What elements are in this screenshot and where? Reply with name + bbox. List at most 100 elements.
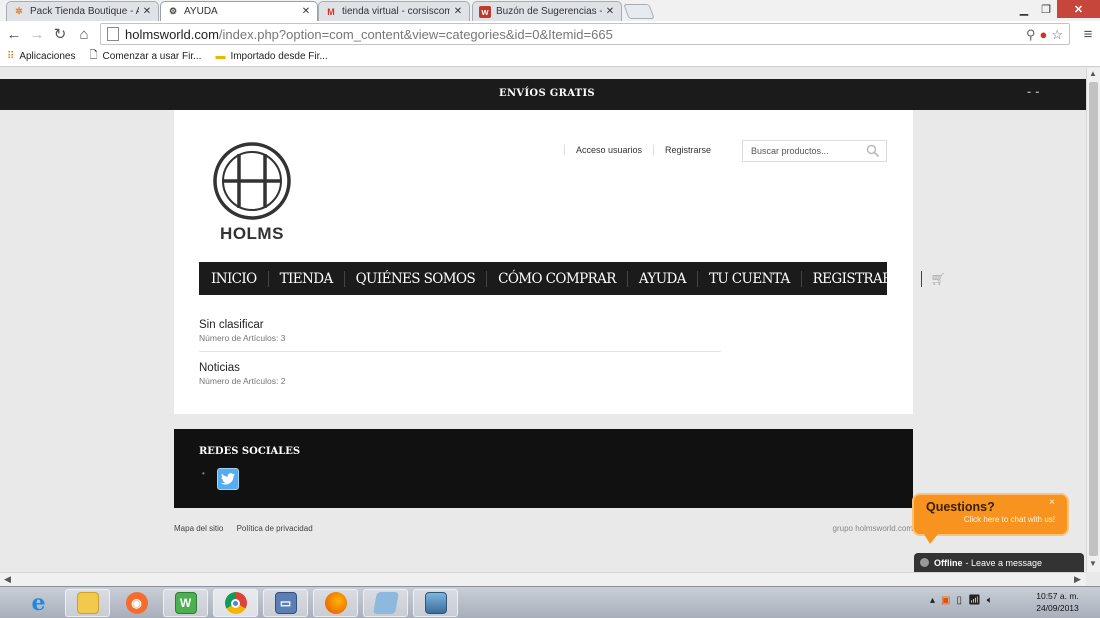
menu-item-quienes-somos[interactable]: QUIÉNES SOMOS [345, 270, 488, 287]
menu-hamburger-icon[interactable]: ≡ [1079, 25, 1097, 43]
show-hidden-icons[interactable]: ▴ [930, 595, 935, 606]
tab-title: tienda virtual - corsiscom [342, 6, 450, 17]
update-icon[interactable]: ▣ [941, 595, 950, 606]
monitor-icon: ▭ [274, 592, 297, 614]
scroll-up-icon[interactable]: ▲ [1089, 69, 1097, 78]
search-input[interactable] [751, 146, 866, 156]
horizontal-scrollbar[interactable]: ◀ ▶ [0, 572, 1086, 586]
bookmark-comenzar[interactable]: 🗋 Comenzar a usar Fir... [89, 48, 201, 65]
network-icon[interactable]: 📶︎ [968, 595, 981, 606]
bookmark-aplicaciones[interactable]: ⠿ Aplicaciones [7, 51, 75, 62]
tab-title: Buzón de Sugerencias - Fo [496, 6, 602, 17]
extension-icon[interactable]: ● [1039, 27, 1047, 43]
chrome-icon [224, 592, 247, 614]
taskbar-notes[interactable] [363, 589, 408, 617]
joomla-icon: ✲ [15, 6, 23, 16]
chat-invite-bubble[interactable]: Questions? Click here to chat with us! × [912, 493, 1069, 536]
firefox-icon [324, 592, 347, 614]
taskbar-clock[interactable]: 10:57 a. m. 24/09/2013 [1030, 590, 1085, 614]
bullet-icon: • [202, 469, 205, 478]
menu-item-tu-cuenta[interactable]: TU CUENTA [698, 270, 802, 287]
footer-company[interactable]: grupo holmsworld.com [833, 524, 913, 533]
category-name[interactable]: Sin clasificar [199, 319, 721, 331]
chat-status-message: - Leave a message [965, 557, 1043, 568]
taskbar-remote-desktop[interactable]: ▭ [263, 589, 308, 617]
scroll-thumb[interactable] [1089, 82, 1098, 556]
system-tray: ▴ ▣ ▯ 📶︎ 🔈︎ [930, 595, 993, 606]
chat-subtitle: Click here to chat with us! [963, 515, 1055, 524]
free-shipping-bar: ENVÍOS GRATIS - - [0, 79, 1086, 110]
menu-item-inicio[interactable]: INICIO [200, 270, 269, 287]
status-dot-icon [920, 558, 929, 567]
home-icon[interactable]: ⌂ [75, 25, 93, 43]
category-name[interactable]: Noticias [199, 362, 721, 374]
scroll-right-icon[interactable]: ▶ [1074, 574, 1081, 585]
address-bar[interactable]: holmsworld.com/index.php?option=com_cont… [100, 23, 1070, 45]
chat-close-icon[interactable]: × [1049, 497, 1055, 508]
bookmark-label: Aplicaciones [19, 51, 76, 62]
tab-close-icon[interactable]: ✕ [301, 6, 311, 17]
taskbar-origin[interactable]: ◉ [114, 589, 159, 617]
user-links: Acceso usuarios Registrarse [564, 145, 722, 155]
vertical-scrollbar[interactable]: ▲ ▼ [1086, 68, 1100, 572]
bookmark-importado[interactable]: ▬ Importado desde Fir... [215, 51, 327, 62]
tab-pack-tienda[interactable]: ✲ Pack Tienda Boutique - A ✕ [6, 1, 159, 21]
social-section: REDES SOCIALES • [174, 429, 913, 508]
list-item: Sin clasificar Número de Artículos: 3 [199, 319, 721, 351]
url-path: /index.php?option=com_content&view=categ… [218, 26, 613, 42]
restore-icon[interactable]: ❐ [1036, 0, 1056, 18]
gmail-icon: M [327, 6, 335, 17]
back-arrow-icon[interactable]: ← [5, 25, 23, 43]
taskbar-explorer[interactable] [65, 589, 110, 617]
tab-close-icon[interactable]: ✕ [142, 6, 152, 17]
tab-gmail[interactable]: M tienda virtual - corsiscom ✕ [318, 1, 470, 21]
scroll-down-icon[interactable]: ▼ [1089, 559, 1097, 568]
scroll-left-icon[interactable]: ◀ [4, 574, 11, 585]
window-close-icon[interactable]: ✕ [1057, 0, 1100, 18]
taskbar-word[interactable]: W [163, 589, 208, 617]
sitemap-link[interactable]: Mapa del sitio [174, 524, 223, 533]
clock-time: 10:57 a. m. [1036, 591, 1079, 601]
taskbar-firefox[interactable] [313, 589, 358, 617]
menu-item-ayuda[interactable]: AYUDA [628, 270, 698, 287]
new-tab-button[interactable] [623, 4, 655, 19]
bookmark-label: Importado desde Fir... [230, 51, 328, 62]
chat-offline-bar[interactable]: Offline - Leave a message [914, 553, 1084, 572]
picture-icon [424, 592, 447, 614]
holms-logo-icon[interactable] [212, 141, 292, 221]
cart-icon[interactable]: 🛒︎ [922, 272, 946, 286]
privacy-link[interactable]: Política de privacidad [237, 524, 313, 533]
tab-close-icon[interactable]: ✕ [453, 6, 463, 17]
url-text: holmsworld.com/index.php?option=com_cont… [125, 27, 613, 42]
volume-icon[interactable]: 🔈︎ [987, 595, 993, 606]
tab-ayuda[interactable]: ⚙ AYUDA ✕ [160, 1, 318, 21]
menu-item-registrarse[interactable]: REGISTRARSE [802, 270, 922, 287]
site-icon: ⚙ [168, 6, 178, 16]
search-icon[interactable]: ⚲ [1026, 27, 1036, 43]
windows-taskbar: e ◉ W ▭ ▴ ▣ ▯ 📶︎ 🔈︎ 10:57 a. m. 24/09/20… [0, 586, 1100, 618]
tab-buzon[interactable]: w Buzón de Sugerencias - Fo ✕ [472, 1, 622, 21]
word-icon: W [174, 592, 197, 614]
chat-bubble-tail [924, 534, 938, 544]
bookmarks-bar: ⠿ Aplicaciones 🗋 Comenzar a usar Fir... … [0, 47, 1100, 67]
register-link[interactable]: Registrarse [653, 145, 722, 155]
star-icon[interactable]: ☆ [1051, 27, 1063, 43]
login-link[interactable]: Acceso usuarios [564, 145, 653, 155]
main-menu: INICIO TIENDA QUIÉNES SOMOS CÓMO COMPRAR… [199, 262, 946, 295]
menu-item-tienda[interactable]: TIENDA [269, 270, 345, 287]
battery-icon[interactable]: ▯ [956, 595, 962, 606]
twitter-icon[interactable] [217, 468, 239, 490]
minimize-icon[interactable]: ▁ [1014, 0, 1034, 18]
menu-item-como-comprar[interactable]: CÓMO COMPRAR [487, 270, 628, 287]
bookmark-label: Comenzar a usar Fir... [102, 51, 202, 62]
category-list: Sin clasificar Número de Artículos: 3 No… [199, 319, 721, 394]
page-icon: 🗋 [89, 50, 98, 61]
tab-close-icon[interactable]: ✕ [605, 6, 615, 17]
taskbar-photos[interactable] [413, 589, 458, 617]
language-selector[interactable]: - - [1027, 87, 1040, 98]
taskbar-ie[interactable]: e [16, 589, 61, 617]
search-icon[interactable] [866, 144, 880, 158]
taskbar-chrome[interactable] [213, 589, 258, 617]
reload-icon[interactable]: ↻ [51, 25, 69, 43]
forward-arrow-icon[interactable]: → [28, 25, 46, 43]
